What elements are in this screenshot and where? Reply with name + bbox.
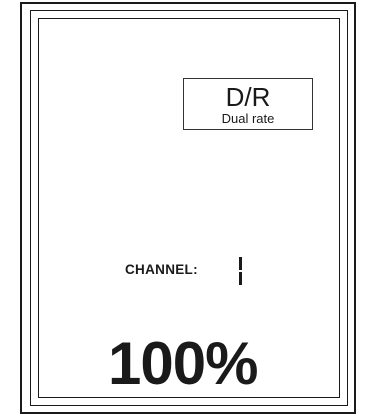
mode-code: D/R — [225, 82, 271, 112]
channel-number-segment-digit: 1 — [239, 257, 242, 285]
mode-name: Dual rate — [221, 111, 275, 126]
channel-label: CHANNEL: — [125, 262, 198, 277]
mode-indicator: D/R Dual rate — [183, 78, 313, 130]
rate-percent-value: 100% — [108, 330, 258, 397]
